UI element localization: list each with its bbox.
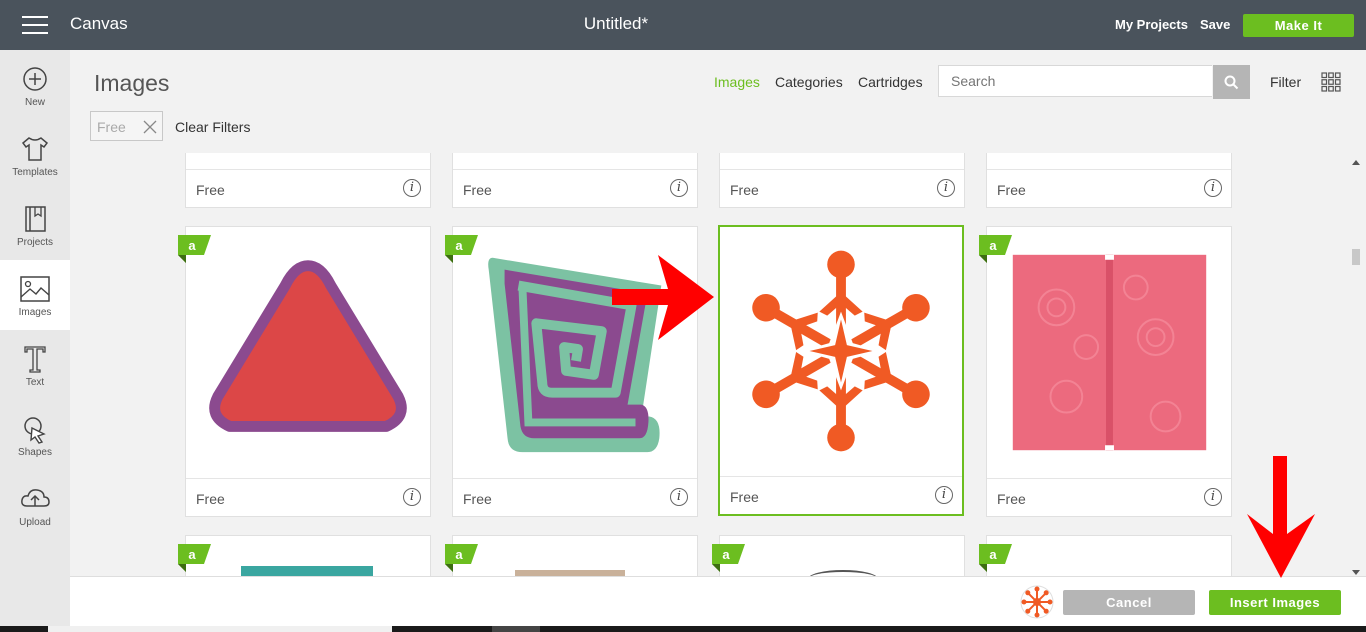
image-card-triangle[interactable]: a Free i: [178, 226, 431, 517]
svg-text:a: a: [455, 238, 463, 253]
filter-button[interactable]: Filter: [1270, 74, 1301, 90]
sidebar-item-label: Text: [25, 377, 45, 388]
price-label: Free: [196, 182, 225, 198]
svg-text:a: a: [455, 547, 463, 562]
grid-view-icon[interactable]: [1321, 72, 1341, 92]
top-bar: Canvas Untitled* My Projects Save Make I…: [0, 0, 1366, 50]
filter-chip: Free: [90, 111, 163, 141]
panel-title: Images: [94, 70, 170, 96]
sidebar-item-label: Templates: [12, 167, 58, 178]
info-icon[interactable]: i: [1204, 488, 1222, 506]
text-icon: [24, 346, 46, 373]
scroll-down-icon: [1352, 570, 1360, 575]
price-label: Free: [196, 491, 225, 507]
image-card-snowflake[interactable]: Free i: [718, 225, 964, 516]
image-card[interactable]: a: [445, 535, 698, 576]
access-badge-icon: a: [979, 544, 1012, 572]
images-panel: Images Images Categories Cartridges Filt…: [70, 50, 1366, 576]
sidebar-item-label: Upload: [19, 517, 51, 528]
filter-chip-label: Free: [97, 119, 126, 135]
search-input[interactable]: [938, 65, 1212, 97]
access-badge-icon: a: [445, 544, 478, 572]
close-icon[interactable]: [143, 120, 157, 134]
sidebar-item-label: Shapes: [18, 447, 52, 458]
tshirt-icon: [21, 137, 49, 161]
search-button[interactable]: [1213, 65, 1250, 99]
floral-card-image: [1012, 254, 1207, 451]
tab-categories[interactable]: Categories: [775, 74, 843, 90]
image-card[interactable]: Free i: [185, 153, 431, 208]
image-card[interactable]: Free i: [719, 153, 965, 208]
sidebar-item-label: New: [24, 97, 45, 108]
insert-images-button[interactable]: Insert Images: [1209, 590, 1341, 615]
info-icon[interactable]: i: [670, 179, 688, 197]
image-card-floral[interactable]: a Free i: [979, 226, 1232, 517]
svg-text:a: a: [722, 547, 730, 562]
notebook-icon: [25, 206, 46, 232]
left-sidebar: New Templates Projects Images Text Shape…: [0, 50, 71, 626]
annotation-arrow-down-icon: [1247, 456, 1315, 578]
image-card[interactable]: a: [979, 535, 1232, 576]
price-label: Free: [997, 182, 1026, 198]
make-it-button[interactable]: Make It: [1243, 14, 1354, 37]
my-projects-link[interactable]: My Projects: [1115, 17, 1188, 32]
info-icon[interactable]: i: [403, 488, 421, 506]
info-icon[interactable]: i: [1204, 179, 1222, 197]
sidebar-item-label: Projects: [16, 237, 54, 248]
sidebar-item-upload[interactable]: Upload: [0, 470, 70, 540]
image-card[interactable]: a: [712, 535, 965, 576]
clear-filters-link[interactable]: Clear Filters: [175, 119, 250, 135]
svg-text:a: a: [989, 547, 997, 562]
access-badge-icon: a: [178, 544, 211, 572]
sidebar-item-new[interactable]: New: [0, 50, 70, 120]
price-label: Free: [730, 489, 759, 505]
access-badge-icon: a: [979, 235, 1012, 263]
tab-cartridges[interactable]: Cartridges: [858, 74, 923, 90]
search-icon: [1224, 75, 1239, 90]
image-card[interactable]: Free i: [986, 153, 1232, 208]
sidebar-item-templates[interactable]: Templates: [0, 120, 70, 190]
price-label: Free: [730, 182, 759, 198]
sidebar-item-images[interactable]: Images: [0, 260, 70, 330]
image-icon: [20, 276, 50, 302]
plus-circle-icon: [23, 67, 47, 91]
save-link[interactable]: Save: [1200, 17, 1230, 32]
price-label: Free: [463, 182, 492, 198]
annotation-arrow-right-icon: [612, 255, 714, 340]
bottom-bar: Cancel Insert Images: [70, 576, 1366, 627]
info-icon[interactable]: i: [403, 179, 421, 197]
thumbnail-image: [241, 566, 373, 576]
sidebar-item-shapes[interactable]: Shapes: [0, 400, 70, 470]
snowflake-image: [743, 250, 939, 452]
taskbar-strip: [0, 626, 1366, 632]
image-card[interactable]: Free i: [452, 153, 698, 208]
selected-image-thumbnail: [1020, 585, 1054, 619]
info-icon[interactable]: i: [670, 488, 688, 506]
access-badge-icon: a: [178, 235, 211, 263]
sidebar-item-label: Images: [18, 307, 52, 318]
image-card[interactable]: a: [178, 535, 431, 576]
price-label: Free: [997, 491, 1026, 507]
document-title: Untitled*: [583, 14, 649, 33]
access-badge-icon: a: [445, 235, 478, 263]
scrollbar[interactable]: [1346, 153, 1366, 576]
price-label: Free: [463, 491, 492, 507]
image-grid: Free i Free i Free i Free i a Free i a F…: [70, 153, 1366, 576]
svg-text:a: a: [989, 238, 997, 253]
shapes-icon: [24, 417, 46, 444]
info-icon[interactable]: i: [935, 486, 953, 504]
scroll-up-icon: [1352, 160, 1360, 165]
tab-images[interactable]: Images: [714, 74, 760, 90]
access-badge-icon: a: [712, 544, 745, 572]
upload-cloud-icon: [21, 489, 50, 507]
info-icon[interactable]: i: [937, 179, 955, 197]
sidebar-item-projects[interactable]: Projects: [0, 190, 70, 260]
triangle-image: [209, 260, 407, 432]
sidebar-item-text[interactable]: Text: [0, 330, 70, 400]
svg-text:a: a: [188, 238, 196, 253]
svg-text:a: a: [188, 547, 196, 562]
cancel-button[interactable]: Cancel: [1063, 590, 1195, 615]
